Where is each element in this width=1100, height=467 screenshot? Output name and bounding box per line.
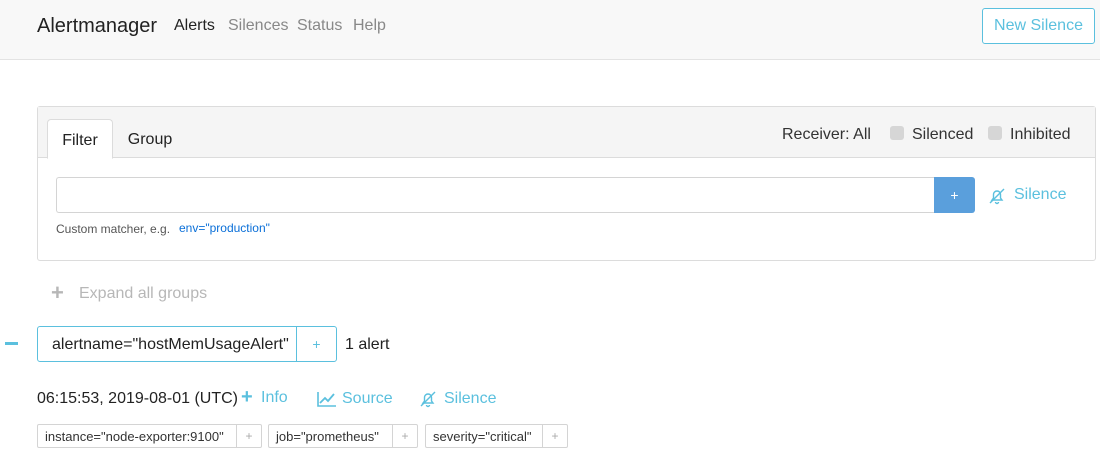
tab-filter[interactable]: Filter (47, 119, 113, 159)
label-job[interactable]: job="prometheus" (268, 424, 393, 448)
alert-count: 1 alert (345, 336, 390, 353)
receiver-selector[interactable]: Receiver: All (782, 126, 871, 144)
plus-icon: + (51, 280, 64, 305)
matcher-help-text: Custom matcher, e.g. (56, 222, 171, 236)
plus-icon: + (241, 386, 253, 408)
brand-logo-text[interactable]: Alertmanager (37, 15, 157, 38)
nav-alerts[interactable]: Alerts (174, 17, 215, 35)
alert-silence-label: Silence (444, 390, 497, 407)
label-instance-add-button[interactable]: + (237, 424, 262, 448)
alert-timestamp: 06:15:53, 2019-08-01 (UTC) (37, 390, 238, 407)
add-matcher-button[interactable]: + (934, 177, 975, 213)
group-label[interactable]: alertname="hostMemUsageAlert" (37, 326, 297, 362)
label-job-add-button[interactable]: + (393, 424, 418, 448)
tab-group[interactable]: Group (120, 119, 180, 158)
filter-matcher-input[interactable] (56, 177, 934, 213)
nav-status[interactable]: Status (297, 17, 342, 35)
silenced-checkbox[interactable] (890, 126, 904, 140)
bell-slash-icon (989, 188, 1005, 205)
bell-slash-icon (420, 391, 436, 408)
inhibited-label[interactable]: Inhibited (1010, 126, 1071, 144)
top-navbar: Alertmanager Alerts Silences Status Help… (0, 0, 1100, 60)
inhibited-checkbox[interactable] (988, 126, 1002, 140)
label-severity[interactable]: severity="critical" (425, 424, 543, 448)
collapse-group-icon[interactable] (5, 342, 18, 345)
nav-help[interactable]: Help (353, 17, 386, 35)
filter-panel: Filter Group Receiver: All Silenced Inhi… (37, 106, 1096, 261)
nav-silences[interactable]: Silences (228, 17, 288, 35)
group-add-filter-button[interactable]: + (296, 326, 337, 362)
line-chart-icon (317, 392, 336, 407)
filter-panel-header: Filter Group Receiver: All Silenced Inhi… (38, 107, 1095, 159)
new-silence-button[interactable]: New Silence (982, 8, 1095, 44)
matcher-help-example[interactable]: env="production" (179, 221, 270, 235)
source-label: Source (342, 390, 393, 407)
label-instance[interactable]: instance="node-exporter:9100" (37, 424, 237, 448)
filter-silence-label: Silence (1014, 186, 1067, 203)
info-label: Info (261, 389, 288, 406)
silenced-label[interactable]: Silenced (912, 126, 973, 144)
expand-all-label: Expand all groups (79, 285, 208, 302)
label-severity-add-button[interactable]: + (543, 424, 568, 448)
